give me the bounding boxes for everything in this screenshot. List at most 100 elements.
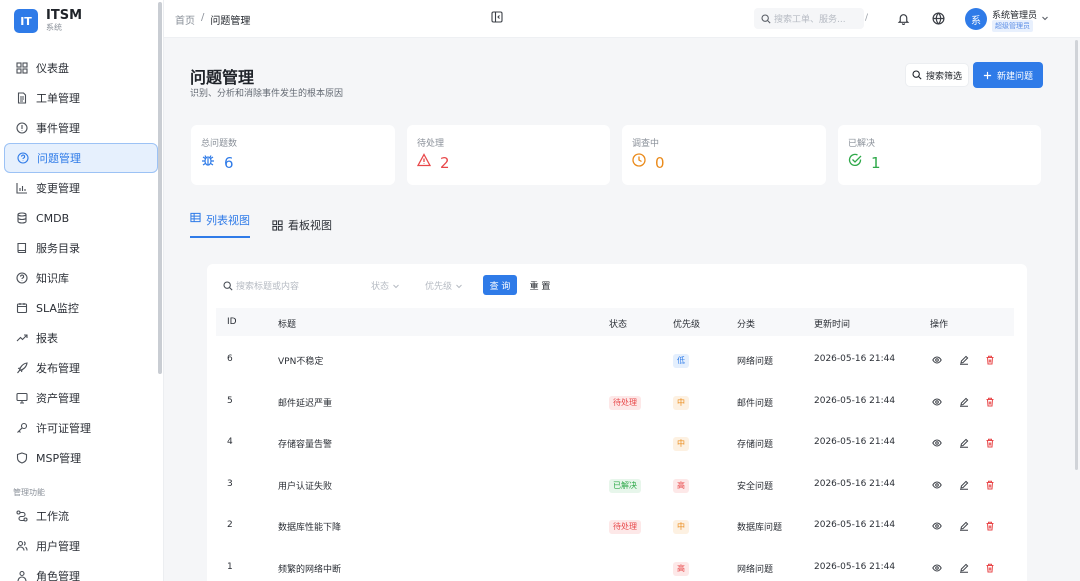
sidebar-item-users[interactable]: 用户管理: [4, 531, 158, 561]
sidebar-item-tickets[interactable]: 工单管理: [4, 83, 158, 113]
cell-updated: 2026-05-16 21:44: [814, 561, 896, 572]
cell-category: 存储问题: [737, 440, 774, 450]
tab-list-view[interactable]: 列表视图: [190, 212, 250, 238]
stat-label: 已解决: [848, 139, 876, 149]
sidebar-menu: 仪表盘 工单管理 事件管理 问题管理 变更管理 CMDB 服务目录 知识库 SL…: [4, 53, 158, 581]
search-shortcut-hint: /: [865, 13, 869, 23]
cell-title[interactable]: 邮件延迟严重: [278, 396, 332, 409]
bell-icon[interactable]: [897, 12, 910, 25]
sidebar-item-cmdb[interactable]: CMDB: [4, 203, 158, 233]
board-icon: [272, 219, 283, 231]
view-icon[interactable]: [932, 480, 942, 490]
view-icon[interactable]: [932, 563, 942, 573]
sidebar-item-incidents[interactable]: 事件管理: [4, 113, 158, 143]
tab-board-view[interactable]: 看板视图: [272, 212, 332, 238]
search-filter-button[interactable]: 搜索筛选: [906, 64, 968, 86]
status-select[interactable]: 状态: [371, 276, 400, 295]
cell-title[interactable]: VPN不稳定: [278, 354, 323, 367]
column-header-status: 状态: [609, 320, 628, 330]
sidebar-item-msp[interactable]: MSP管理: [4, 443, 158, 473]
cell-updated: 2026-05-16 21:44: [814, 395, 896, 406]
chevron-down-icon: [393, 284, 399, 288]
table-row[interactable]: 5 邮件延迟严重 待处理 中 邮件问题 2026-05-16 21:44: [216, 383, 1014, 424]
view-icon[interactable]: [932, 521, 942, 531]
cell-id: 2: [227, 520, 233, 530]
stat-value: 6: [224, 154, 234, 172]
cell-title[interactable]: 存储容量告警: [278, 437, 332, 450]
global-search-input[interactable]: 搜索工单、服务...: [754, 8, 864, 29]
chevron-down-icon[interactable]: [1041, 14, 1049, 22]
sidebar-item-licenses[interactable]: 许可证管理: [4, 413, 158, 443]
app-subtitle: 系统: [46, 23, 62, 32]
status-badge: 已解决: [609, 478, 641, 493]
sidebar-scrollbar[interactable]: [158, 2, 162, 374]
cell-title[interactable]: 频繁的网络中断: [278, 562, 341, 575]
stat-label: 调查中: [632, 139, 660, 149]
view-icon[interactable]: [932, 355, 942, 365]
cell-category: 网络问题: [737, 357, 774, 367]
query-button[interactable]: 查 询: [483, 275, 517, 295]
tab-list-label: 列表视图: [206, 214, 250, 227]
new-problem-button[interactable]: 新建问题: [973, 62, 1043, 88]
sidebar-item-label: 问题管理: [37, 152, 81, 165]
sidebar-item-changes[interactable]: 变更管理: [4, 173, 158, 203]
breadcrumb: 首页 / 问题管理: [175, 12, 250, 27]
cell-id: 6: [227, 354, 233, 364]
delete-icon[interactable]: [985, 563, 995, 573]
globe-icon[interactable]: [932, 12, 945, 25]
delete-icon[interactable]: [985, 355, 995, 365]
edit-icon[interactable]: [959, 480, 969, 490]
edit-icon[interactable]: [959, 438, 969, 448]
breadcrumb-home[interactable]: 首页: [175, 12, 195, 27]
edit-icon[interactable]: [959, 563, 969, 573]
filter-search-input[interactable]: 搜索标题或内容: [223, 276, 363, 295]
sidebar-item-roles[interactable]: 角色管理: [4, 561, 158, 581]
sidebar-toggle-icon[interactable]: [491, 11, 503, 23]
delete-icon[interactable]: [985, 521, 995, 531]
sidebar-item-knowledge[interactable]: 知识库: [4, 263, 158, 293]
search-icon: [912, 70, 922, 80]
sidebar-item-workflow[interactable]: 工作流: [4, 501, 158, 531]
sidebar-item-catalog[interactable]: 服务目录: [4, 233, 158, 263]
cell-title[interactable]: 数据库性能下降: [278, 520, 341, 533]
reset-button[interactable]: 重 置: [525, 275, 555, 295]
sidebar-item-releases[interactable]: 发布管理: [4, 353, 158, 383]
column-header-updated: 更新时间: [814, 320, 851, 330]
avatar[interactable]: 系: [965, 8, 987, 30]
table-row[interactable]: 3 用户认证失败 已解决 高 安全问题 2026-05-16 21:44: [216, 466, 1014, 507]
view-icon[interactable]: [932, 397, 942, 407]
question-circle-icon: [17, 152, 29, 164]
table-row[interactable]: 6 VPN不稳定 低 网络问题 2026-05-16 21:44: [216, 341, 1014, 382]
table-row[interactable]: 4 存储容量告警 中 存储问题 2026-05-16 21:44: [216, 424, 1014, 465]
user-role-badge: 超级管理员: [992, 20, 1033, 32]
app-logo[interactable]: IT ITSM 系统: [14, 9, 82, 33]
table-row[interactable]: 1 频繁的网络中断 高 网络问题 2026-05-16 21:44: [216, 549, 1014, 581]
cell-title[interactable]: 用户认证失败: [278, 479, 332, 492]
sidebar-item-problems[interactable]: 问题管理: [4, 143, 158, 173]
sidebar-item-reports[interactable]: 报表: [4, 323, 158, 353]
sidebar-item-assets[interactable]: 资产管理: [4, 383, 158, 413]
sidebar-item-sla[interactable]: SLA监控: [4, 293, 158, 323]
priority-select[interactable]: 优先级: [425, 276, 463, 295]
table-icon: [190, 212, 201, 223]
delete-icon[interactable]: [985, 480, 995, 490]
delete-icon[interactable]: [985, 438, 995, 448]
sidebar-item-label: 工单管理: [36, 92, 80, 105]
edit-icon[interactable]: [959, 397, 969, 407]
search-placeholder: 搜索工单、服务...: [774, 15, 846, 25]
sidebar-item-dashboard[interactable]: 仪表盘: [4, 53, 158, 83]
cell-id: 1: [227, 561, 233, 572]
stat-label: 待处理: [417, 139, 445, 149]
trend-icon: [16, 334, 28, 342]
delete-icon[interactable]: [985, 397, 995, 407]
cell-id: 3: [227, 478, 233, 489]
edit-icon[interactable]: [959, 521, 969, 531]
table-row[interactable]: 2 数据库性能下降 待处理 中 数据库问题 2026-05-16 21:44: [216, 507, 1014, 548]
shield-icon: [16, 452, 28, 464]
page-scrollbar[interactable]: [1075, 40, 1078, 470]
view-icon[interactable]: [932, 438, 942, 448]
edit-icon[interactable]: [959, 355, 969, 365]
sidebar-item-label: 服务目录: [36, 242, 80, 255]
top-bar: 首页 / 问题管理 搜索工单、服务... / 系 系统管理员 超级管理员: [164, 0, 1080, 38]
sidebar-item-label: 事件管理: [36, 122, 80, 135]
